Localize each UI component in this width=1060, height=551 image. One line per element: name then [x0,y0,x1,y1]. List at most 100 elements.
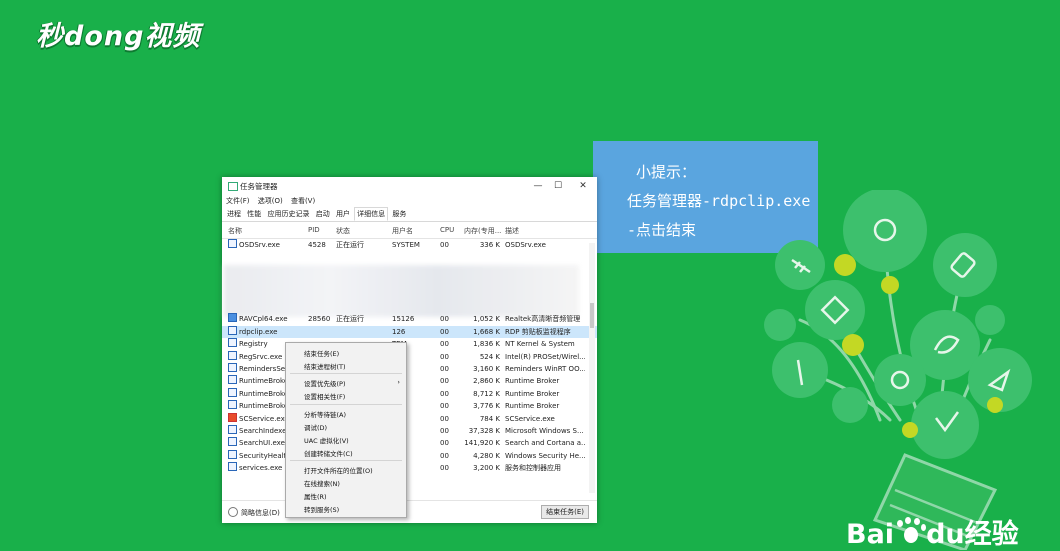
process-name: RuntimeBroker [239,389,292,398]
cell-desc: Windows Security He... [505,451,585,460]
table-row[interactable]: rdpclip.exe 126 00 1,668 K RDP 剪贴板监视程序 [222,325,597,339]
cell-cpu: 00 [440,426,449,435]
col-pid[interactable]: PID [308,226,320,234]
menu-separator [290,460,402,461]
cell-cpu: 00 [440,402,449,411]
cell-mem: 1,836 K [473,340,500,349]
col-username[interactable]: 用户名 [392,226,413,236]
cell-user: 15126 [392,315,415,324]
cell-mem: 141,920 K [464,439,500,448]
context-menu-item[interactable]: 转到服务(S) [304,504,339,514]
process-name: SearchUI.exe [239,439,285,448]
process-name: OSDSrv.exe [239,241,280,249]
menu-options[interactable]: 选项(O) [258,197,283,205]
context-menu-item[interactable]: UAC 虚拟化(V) [304,435,349,445]
cell-cpu: 00 [440,451,449,460]
col-description[interactable]: 描述 [505,226,519,236]
table-row[interactable]: RuntimeBroker126002,860 KRuntime Broker [222,375,597,387]
table-row[interactable]: RAVCpl64.exe 28560 正在运行 15126 00 1,052 K Realt… [222,313,597,325]
process-name: services.exe [239,464,283,473]
less-details-label: 简略信息(D) [241,509,280,517]
context-menu-item[interactable]: 创建转储文件(C) [304,448,353,458]
blurred-rows [224,265,579,317]
window-icon [228,362,237,372]
table-row[interactable]: RuntimeBroker126008,712 KRuntime Broker [222,387,597,400]
cell-desc: NT Kernel & System [505,340,575,349]
context-menu-item[interactable]: 分析等待链(A) [304,409,346,419]
minimize-button[interactable]: — [527,179,549,193]
process-name: RAVCpl64.exe [239,315,288,324]
context-menu-item[interactable]: 打开文件所在的位置(O) [304,465,373,475]
baidu-du: du [926,519,965,550]
col-name[interactable]: 名称 [228,226,242,236]
close-button[interactable]: ✕ [572,179,594,193]
cell-desc: SCService.exe [505,414,555,423]
window-icon [228,437,237,447]
tab-users[interactable]: 用户 [334,207,352,221]
menu-file[interactable]: 文件(F) [226,197,250,205]
cell-mem: 8,712 K [473,389,500,398]
cell-mem: 784 K [479,414,500,423]
table-row[interactable]: SCService.exeTEM00784 KSCService.exe [222,412,597,425]
tab-app-history[interactable]: 应用历史记录 [265,207,311,221]
table-row[interactable]: RemindersServ126003,160 KReminders WinRT… [222,362,597,375]
tab-services[interactable]: 服务 [390,207,408,221]
table-row[interactable]: RegSrvc.exeTEM00524 KIntel(R) PROSet/Wir… [222,350,597,363]
context-menu-item[interactable]: 调试(D) [304,422,327,432]
tab-startup[interactable]: 启动 [314,207,332,221]
tab-bar: 进程 性能 应用历史记录 启动 用户 详细信息 服务 [222,207,597,222]
scrollbar[interactable] [589,243,595,493]
table-row[interactable]: OSDSrv.exe 4528 正在运行 SYSTEM 00 336 K OSDSrv.ex… [222,239,597,251]
tab-details[interactable]: 详细信息 [354,207,389,221]
cell-desc: Runtime Broker [505,402,560,411]
window-icon [228,325,237,335]
context-menu-item[interactable]: 设置优先级(P) [304,378,346,388]
context-menu-item[interactable]: 设置相关性(F) [304,391,345,401]
process-name: Registry [239,340,268,349]
menu-separator [290,404,402,405]
process-list: OSDSrv.exe 4528 正在运行 SYSTEM 00 336 K OSDSrv.ex… [222,239,597,474]
table-row[interactable]: services.exeTEM003,200 K服务和控制器应用 [222,462,597,474]
table-row[interactable]: SearchUI.exe12600141,920 KSearch and Cor… [222,437,597,449]
cell-mem: 3,776 K [473,402,500,411]
cell-cpu: 00 [440,377,449,386]
process-name: RuntimeBroker [239,377,292,386]
col-memory[interactable]: 内存(专用... [464,226,501,236]
table-row[interactable]: SecurityHealthSTEM004,280 KWindows Secur… [222,449,597,462]
process-name: RegSrvc.exe [239,352,283,361]
lightbulb-illustration [764,190,1032,550]
col-cpu[interactable]: CPU [440,226,454,234]
less-details-link[interactable]: 简略信息(D) [228,507,280,518]
context-menu-item[interactable]: 属性(R) [304,491,327,501]
window-icon [228,350,237,360]
table-row[interactable]: RuntimeBroker126003,776 KRuntime Broker [222,400,597,412]
tab-processes[interactable]: 进程 [225,207,243,221]
table-row[interactable]: RegistryTEM001,836 KNT Kernel & System [222,338,597,350]
cell-desc: Runtime Broker [505,389,560,398]
cell-mem: 336 K [479,241,500,249]
process-name: rdpclip.exe [239,327,278,336]
window-icon [228,375,237,385]
cell-cpu: 00 [440,389,449,398]
task-manager-icon [228,182,238,191]
maximize-button[interactable]: ☐ [547,179,569,193]
window-icon [228,424,237,434]
window-icon [228,239,237,248]
cell-desc: Runtime Broker [505,377,560,386]
cell-cpu: 00 [440,464,449,473]
col-status[interactable]: 状态 [336,226,350,236]
cell-pid: 28560 [308,315,331,324]
context-menu-item[interactable]: 结束进程树(T) [304,361,346,371]
scrollbar-thumb[interactable] [590,303,594,328]
cell-name: RAVCpl64.exe [228,313,306,325]
tab-performance[interactable]: 性能 [245,207,263,221]
column-header: 名称 PID 状态 用户名 CPU 内存(专用... 描述 [222,222,597,239]
menu-view[interactable]: 查看(V) [291,197,315,205]
context-menu-item[interactable]: 在线搜索(N) [304,478,340,488]
end-task-button[interactable]: 结束任务(E) [541,505,589,519]
cell-status: 正在运行 [336,241,364,249]
table-row[interactable]: SearchIndexer.TEM0037,328 KMicrosoft Win… [222,424,597,437]
context-menu-item[interactable]: 结束任务(E) [304,348,339,358]
speaker-icon [228,313,237,323]
cell-cpu: 00 [440,352,449,361]
